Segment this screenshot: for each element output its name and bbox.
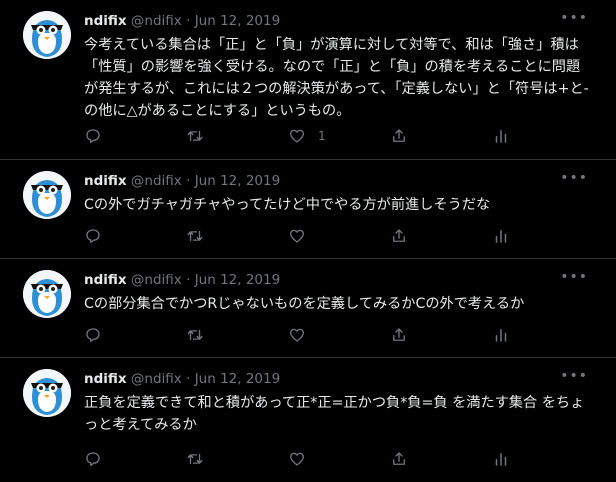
analytics-icon — [495, 453, 507, 466]
handle[interactable]: @ndifix — [131, 13, 182, 29]
tweet-actions — [84, 326, 596, 344]
tweet-header: ndifix @ndifix · Jun 12, 2019 — [84, 370, 586, 388]
reply-button[interactable] — [84, 127, 102, 145]
like-count: 1 — [318, 129, 326, 143]
like-icon — [289, 328, 305, 342]
display-name[interactable]: ndifix — [84, 13, 127, 29]
more-icon[interactable]: ••• — [560, 269, 588, 285]
avatar[interactable] — [23, 369, 71, 417]
reply-icon — [86, 129, 100, 144]
analytics-button[interactable] — [492, 227, 510, 245]
display-name[interactable]: ndifix — [84, 272, 127, 288]
like-button[interactable] — [288, 227, 306, 245]
reply-button[interactable] — [84, 227, 102, 245]
separator: · — [186, 272, 191, 288]
retweet-icon — [187, 453, 203, 465]
analytics-icon — [495, 230, 507, 243]
penguin-avatar-icon — [23, 11, 71, 59]
like-icon — [289, 129, 305, 143]
share-button[interactable] — [390, 326, 408, 344]
more-icon[interactable]: ••• — [560, 368, 588, 384]
timestamp[interactable]: Jun 12, 2019 — [195, 13, 281, 29]
separator: · — [186, 371, 191, 387]
share-button[interactable] — [390, 450, 408, 468]
handle[interactable]: @ndifix — [131, 173, 182, 189]
reply-button[interactable] — [84, 450, 102, 468]
tweet-text: 正負を定義できて和と積があって正*正=正かつ負*負=負 を満たす集合 をちょっと… — [84, 395, 585, 433]
tweet-header: ndifix @ndifix · Jun 12, 2019 — [84, 12, 586, 30]
more-icon[interactable]: ••• — [560, 170, 588, 186]
handle[interactable]: @ndifix — [131, 371, 182, 387]
share-button[interactable] — [390, 227, 408, 245]
reply-button[interactable] — [84, 326, 102, 344]
tweet[interactable]: ndifix @ndifix · Jun 12, 2019 ••• 今考えている… — [0, 0, 616, 160]
share-icon — [393, 452, 405, 465]
retweet-icon — [187, 329, 203, 341]
retweet-button[interactable] — [186, 326, 204, 344]
retweet-button[interactable] — [186, 227, 204, 245]
tweet-header: ndifix @ndifix · Jun 12, 2019 — [84, 271, 586, 289]
tweet[interactable]: ndifix @ndifix · Jun 12, 2019 ••• Cの部分集合… — [0, 259, 616, 358]
reply-icon — [86, 229, 100, 244]
penguin-avatar-icon — [23, 171, 71, 219]
retweet-button[interactable] — [186, 450, 204, 468]
more-icon[interactable]: ••• — [560, 10, 588, 26]
share-button[interactable] — [390, 127, 408, 145]
separator: · — [186, 13, 191, 29]
share-icon — [393, 129, 405, 142]
like-button[interactable] — [288, 450, 306, 468]
penguin-avatar-icon — [23, 270, 71, 318]
analytics-button[interactable] — [492, 326, 510, 344]
analytics-icon — [495, 130, 507, 143]
tweet-actions — [84, 227, 596, 245]
display-name[interactable]: ndifix — [84, 371, 127, 387]
timestamp[interactable]: Jun 12, 2019 — [195, 173, 281, 189]
share-icon — [393, 229, 405, 242]
avatar[interactable] — [23, 270, 71, 318]
analytics-button[interactable] — [492, 450, 510, 468]
handle[interactable]: @ndifix — [131, 272, 182, 288]
like-icon — [289, 452, 305, 466]
like-button[interactable]: 1 — [288, 127, 326, 145]
analytics-button[interactable] — [492, 127, 510, 145]
tweet-text: Cの外でガチャガチャやってたけど中でやる方が前進しそうだな — [84, 197, 491, 213]
tweet[interactable]: ndifix @ndifix · Jun 12, 2019 ••• 正負を定義で… — [0, 358, 616, 482]
penguin-avatar-icon — [23, 369, 71, 417]
retweet-icon — [187, 230, 203, 242]
like-button[interactable] — [288, 326, 306, 344]
share-icon — [393, 328, 405, 341]
tweet-feed: ndifix @ndifix · Jun 12, 2019 ••• 今考えている… — [0, 0, 616, 482]
display-name[interactable]: ndifix — [84, 173, 127, 189]
avatar[interactable] — [23, 171, 71, 219]
tweet-actions — [84, 450, 596, 468]
tweet[interactable]: ndifix @ndifix · Jun 12, 2019 ••• Cの外でガチ… — [0, 160, 616, 259]
tweet-actions: 1 — [84, 127, 596, 145]
reply-icon — [86, 452, 100, 467]
tweet-text: 今考えている集合は「正」と「負」が演算に対して対等で、和は「強さ」積は「性質」の… — [84, 37, 589, 119]
separator: · — [186, 173, 191, 189]
tweet-header: ndifix @ndifix · Jun 12, 2019 — [84, 172, 586, 190]
like-icon — [289, 229, 305, 243]
tweet-text: Cの部分集合でかつRじゃないものを定義してみるかCの外で考えるか — [84, 296, 525, 312]
retweet-icon — [187, 130, 203, 142]
retweet-button[interactable] — [186, 127, 204, 145]
timestamp[interactable]: Jun 12, 2019 — [195, 371, 281, 387]
analytics-icon — [495, 329, 507, 342]
avatar[interactable] — [23, 11, 71, 59]
reply-icon — [86, 328, 100, 343]
timestamp[interactable]: Jun 12, 2019 — [195, 272, 281, 288]
